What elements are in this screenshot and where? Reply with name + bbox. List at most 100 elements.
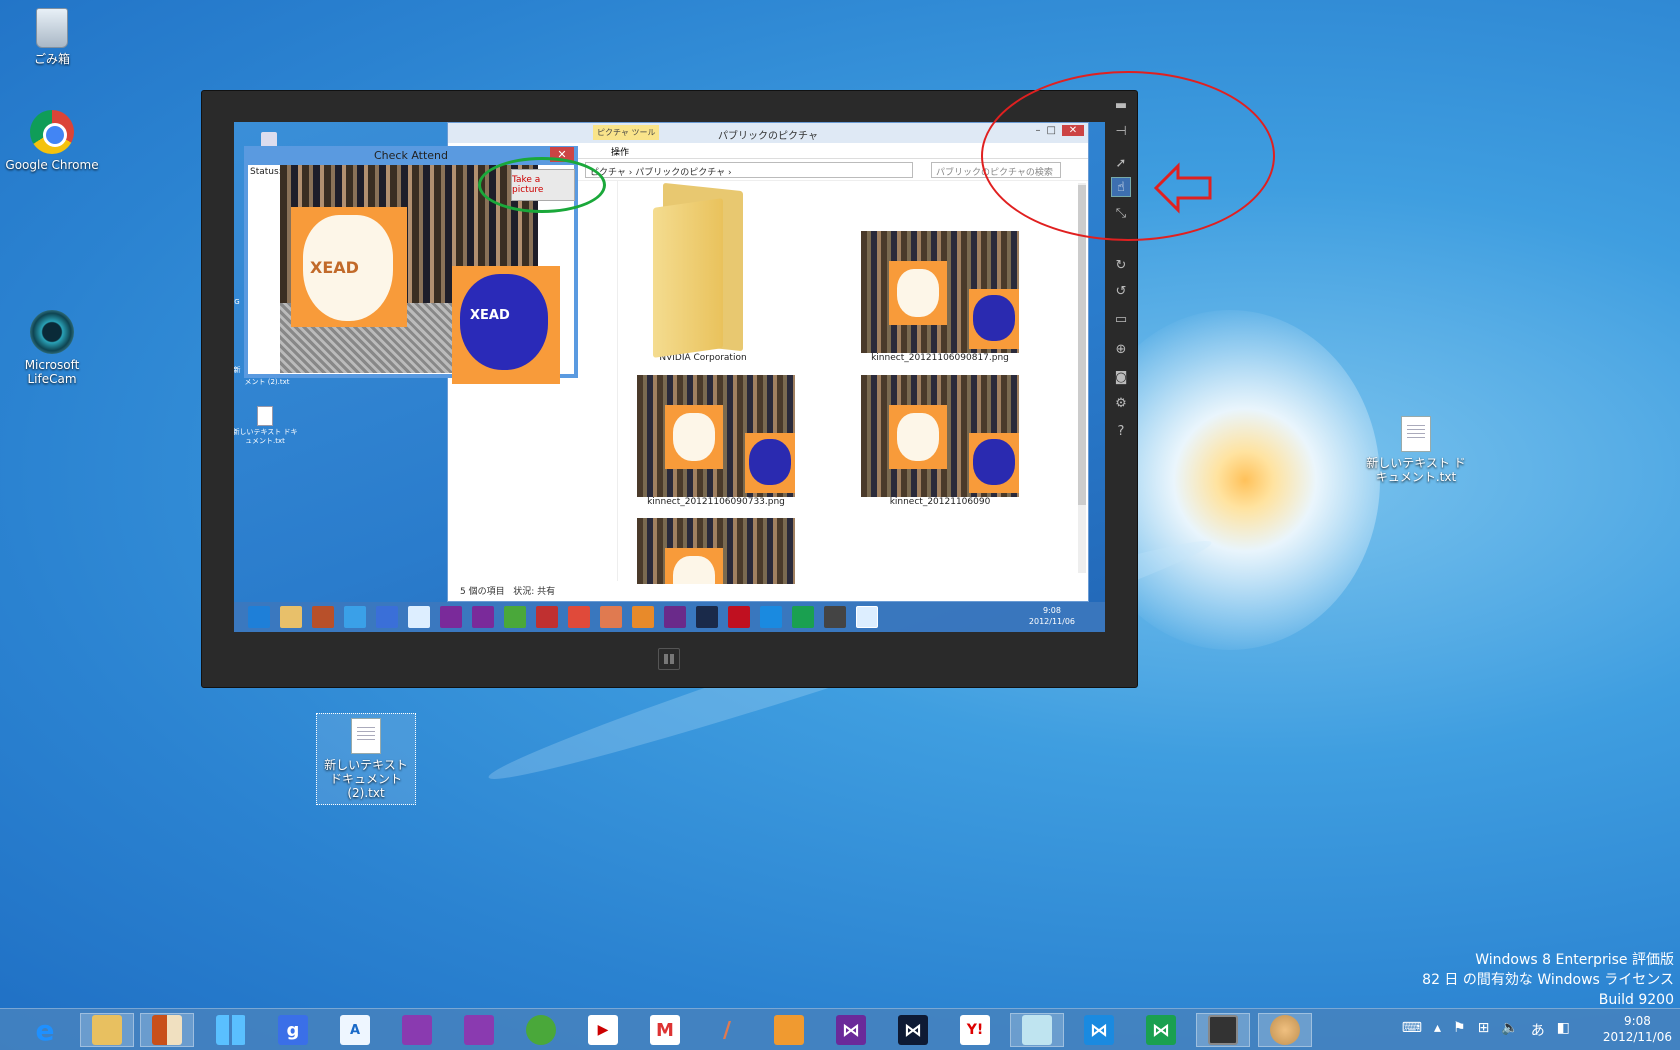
watermark-line: 82 日 の間有効な Windows ライセンス <box>1422 972 1674 988</box>
visual-studio-green-icon[interactable] <box>792 606 814 628</box>
file-name: NVIDIA Corporation <box>659 353 747 363</box>
help-icon[interactable]: ? <box>1111 421 1131 441</box>
desktop-icon-lifecam[interactable]: Microsoft LifeCam <box>2 310 102 386</box>
taskbar-language[interactable]: A <box>328 1013 382 1047</box>
ime-indicator[interactable]: あ <box>1531 1020 1545 1040</box>
file-item-image[interactable] <box>637 518 795 584</box>
taskbar-youtube[interactable]: ▶ <box>576 1013 630 1047</box>
monitor-icon <box>1208 1015 1238 1045</box>
file-item-folder[interactable]: NVIDIA Corporation <box>628 182 778 363</box>
clock[interactable]: 9:08 2012/11/06 <box>1603 1013 1672 1045</box>
desktop-icon-text-file-2-selected[interactable]: 新しいテキスト ドキュメント (2).txt <box>316 713 416 805</box>
rotate-ccw-icon[interactable]: ↺ <box>1111 281 1131 301</box>
visual-studio-blue-icon[interactable] <box>760 606 782 628</box>
gmail-icon[interactable] <box>568 606 590 628</box>
pen-icon: ∕ <box>722 1017 732 1043</box>
language-bar-icon[interactable] <box>408 606 430 628</box>
visual-studio-green-icon: ⋈ <box>1146 1015 1176 1045</box>
file-item-image[interactable]: kinnect_20121106090 <box>861 375 1019 507</box>
file-explorer-icon[interactable] <box>280 606 302 628</box>
taskbar-windows-store[interactable] <box>204 1013 258 1047</box>
camera-icon[interactable]: ◙ <box>1111 367 1131 387</box>
desktop-icon-chrome[interactable]: Google Chrome <box>2 110 102 172</box>
chevron-up-icon[interactable]: ▴ <box>1434 1020 1441 1040</box>
taskbar-yahoo[interactable]: Y! <box>948 1013 1002 1047</box>
desktop-icon-label: Google Chrome <box>5 158 99 172</box>
action-center-icon[interactable]: ◧ <box>1557 1020 1570 1040</box>
folder-icon <box>653 182 753 358</box>
android-icon[interactable] <box>504 606 526 628</box>
inner-time: 9:08 <box>1042 606 1061 615</box>
folder-icon <box>92 1015 122 1045</box>
desktop-icon-text-file[interactable]: 新しいテキスト ドキュメント.txt <box>1366 416 1466 484</box>
settings-icon[interactable]: ⚙ <box>1111 393 1131 413</box>
display-icon[interactable]: ▭ <box>1111 309 1131 329</box>
file-item-image[interactable]: kinnect_20121106090733.png <box>637 375 795 507</box>
taskbar-google[interactable]: g <box>266 1013 320 1047</box>
flag-icon[interactable]: ⚑ <box>1453 1020 1466 1040</box>
internet-explorer-icon[interactable] <box>248 606 270 628</box>
desktop-icon-label: ごみ箱 <box>33 52 70 66</box>
desktop-icon-label: 新しいテキスト ドキュメント.txt <box>1366 456 1466 484</box>
windows-logo-icon <box>664 654 674 664</box>
inner-partial-label: メント (2).txt <box>244 378 290 386</box>
youtube-icon: ▶ <box>588 1015 618 1045</box>
google-icon[interactable] <box>376 606 398 628</box>
pen-icon[interactable] <box>600 606 622 628</box>
ribbon-tab[interactable]: 操作 <box>611 145 629 158</box>
address-bar[interactable]: ピクチャ › パブリックのピクチャ › <box>585 161 913 178</box>
windows-purple-icon <box>464 1015 494 1045</box>
mask-text: XEAD <box>310 258 359 277</box>
youtube-icon[interactable] <box>536 606 558 628</box>
inner-text-file-icon-item[interactable]: 新しいテキスト ドキュメント.txt <box>234 406 300 446</box>
taskbar-notepad[interactable] <box>1010 1013 1064 1047</box>
watermark-line: Build 9200 <box>1598 992 1674 1008</box>
paint-icon[interactable] <box>312 606 334 628</box>
red-annotation-circle <box>981 71 1275 241</box>
visual-studio-purple-icon[interactable] <box>472 606 494 628</box>
file-item-image[interactable]: kinnect_20121106090817.png <box>861 231 1019 363</box>
taskbar-pen[interactable]: ∕ <box>700 1013 754 1047</box>
taskbar-paint-brush[interactable] <box>762 1013 816 1047</box>
taskbar-gmail[interactable]: M <box>638 1013 692 1047</box>
rotate-cw-icon[interactable]: ↻ <box>1111 255 1131 275</box>
windows-store-icon[interactable] <box>344 606 366 628</box>
remote-display-icon[interactable] <box>824 606 846 628</box>
taskbar-paint[interactable] <box>140 1013 194 1047</box>
visual-studio-purple-icon[interactable] <box>440 606 462 628</box>
volume-icon[interactable]: 🔈 <box>1501 1020 1518 1040</box>
keyboard-icon[interactable]: ⌨ <box>1402 1020 1422 1040</box>
taskbar-file-explorer[interactable] <box>80 1013 134 1047</box>
taskbar-remote-display[interactable] <box>1196 1013 1250 1047</box>
visual-studio-icon[interactable] <box>664 606 686 628</box>
taskbar-android[interactable] <box>514 1013 568 1047</box>
internet-explorer-icon: e <box>35 1013 55 1047</box>
text-file-icon <box>351 718 381 754</box>
yahoo-icon[interactable] <box>728 606 750 628</box>
network-icon[interactable]: ⊞ <box>1478 1020 1490 1040</box>
taskbar-visual-studio-dark[interactable]: ⋈ <box>886 1013 940 1047</box>
simulator-windows-button[interactable] <box>658 648 680 670</box>
taskbar-vs-purple-2[interactable] <box>452 1013 506 1047</box>
notepad-icon <box>1022 1015 1052 1045</box>
paint-brush-icon[interactable] <box>632 606 654 628</box>
gmail-icon: M <box>650 1015 680 1045</box>
simulator-app-icon[interactable] <box>856 606 878 628</box>
taskbar-visual-studio[interactable]: ⋈ <box>824 1013 878 1047</box>
taskbar-internet-explorer[interactable]: e <box>18 1013 72 1047</box>
taskbar-vs-purple[interactable] <box>390 1013 444 1047</box>
taskbar-visual-studio-green[interactable]: ⋈ <box>1134 1013 1188 1047</box>
image-thumbnail <box>637 375 795 497</box>
taskbar-visual-studio-blue[interactable]: ⋈ <box>1072 1013 1126 1047</box>
android-icon <box>526 1015 556 1045</box>
visual-studio-dark-icon[interactable] <box>696 606 718 628</box>
taskbar-paint-palette[interactable] <box>1258 1013 1312 1047</box>
red-arrow-annotation <box>1153 162 1212 214</box>
desktop-icon-recycle-bin[interactable]: ごみ箱 <box>2 8 102 66</box>
status-share-state: 状況: 共有 <box>513 587 556 597</box>
inner-clock[interactable]: 9:08 2012/11/06 <box>1029 605 1075 627</box>
windows-logo-icon <box>216 1015 246 1045</box>
network-icon[interactable]: ⊕ <box>1111 339 1131 359</box>
clock-time: 9:08 <box>1623 1014 1651 1028</box>
vertical-scrollbar[interactable] <box>1078 183 1086 573</box>
